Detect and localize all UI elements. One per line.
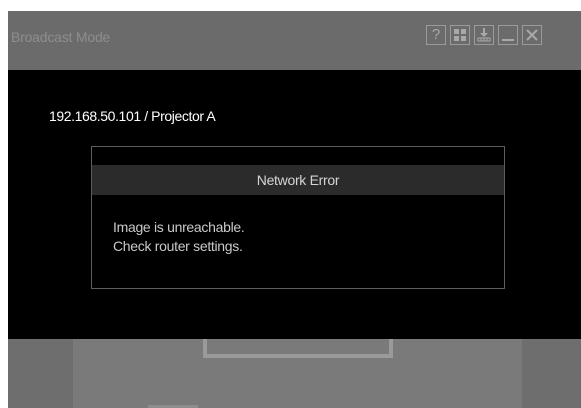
main-panel: 192.168.50.101 / Projector A Network Err…: [8, 70, 581, 339]
preview-area: [8, 339, 581, 408]
close-button[interactable]: [522, 25, 542, 45]
app-window: Broadcast Mode ? 192.168.50.101 / Projec…: [8, 11, 581, 408]
download-button[interactable]: [474, 25, 494, 45]
grid-icon: [454, 29, 466, 41]
grid-view-button[interactable]: [450, 25, 470, 45]
device-label: 192.168.50.101 / Projector A: [49, 108, 216, 124]
minimize-icon: [502, 39, 514, 41]
error-message-line-2: Check router settings.: [113, 238, 243, 254]
window-title: Broadcast Mode: [11, 29, 111, 45]
error-message-line-1: Image is unreachable.: [113, 219, 245, 235]
title-bar[interactable]: Broadcast Mode ?: [8, 11, 581, 70]
close-icon: [526, 29, 538, 41]
error-dialog: Network Error Image is unreachable. Chec…: [91, 146, 505, 289]
error-dialog-title: Network Error: [92, 165, 504, 195]
help-button[interactable]: ?: [426, 25, 446, 45]
minimize-button[interactable]: [498, 25, 518, 45]
question-icon: ?: [431, 26, 441, 43]
download-icon: [477, 28, 491, 42]
preview-frame: [203, 339, 393, 358]
